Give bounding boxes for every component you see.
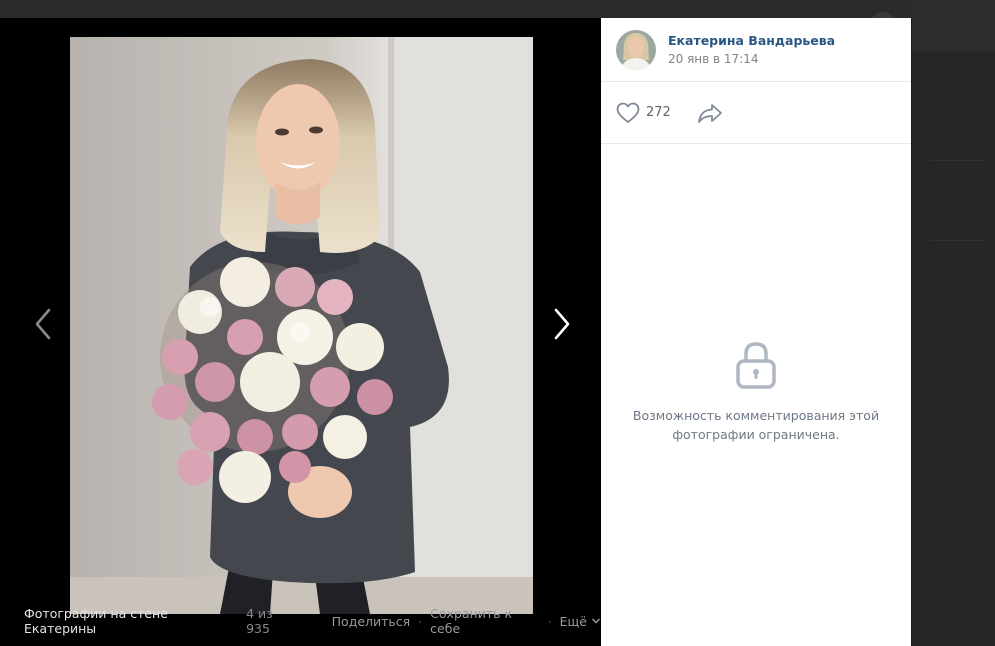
separator-dot: · [418, 613, 423, 629]
save-photo-link[interactable]: Сохранить к себе [430, 606, 539, 636]
photo-counter: 4 из 935 [246, 606, 273, 636]
photo-sidebar: Екатерина Вандарьева 20 янв в 17:14 272 … [601, 18, 911, 646]
photo-bottom-bar: Фотографии на стене Екатерины 4 из 935 П… [0, 596, 601, 646]
comments-closed-text: Возможность комментирования этой фотогра… [601, 406, 911, 444]
lock-icon [736, 342, 776, 389]
chevron-down-icon [591, 618, 601, 624]
background-divider [930, 240, 985, 241]
share-arrow-icon [697, 103, 722, 123]
comments-closed-line: Возможность комментирования этой [632, 408, 880, 423]
comments-closed-line: фотографии ограничена. [672, 427, 840, 442]
like-count: 272 [646, 105, 671, 120]
background-header-strip [0, 0, 995, 18]
heart-icon [616, 102, 640, 123]
author-name-link[interactable]: Екатерина Вандарьева [668, 33, 835, 48]
photo-viewer: Фотографии на стене Екатерины 4 из 935 П… [0, 18, 601, 646]
author-header: Екатерина Вандарьева 20 янв в 17:14 [601, 18, 911, 82]
like-button[interactable]: 272 [616, 102, 671, 124]
album-title-link[interactable]: Фотографии на стене Екатерины [24, 606, 232, 636]
comments-closed-notice: Возможность комментирования этой фотогра… [601, 340, 911, 444]
previous-photo-button[interactable] [28, 304, 58, 344]
background-divider [930, 160, 985, 161]
background-right-header [912, 0, 995, 52]
more-label: Ещё [559, 613, 587, 629]
separator-dot: · [547, 613, 552, 629]
share-photo-link[interactable]: Поделиться [332, 614, 411, 629]
more-menu-button[interactable]: Ещё [560, 614, 601, 629]
share-button[interactable] [697, 102, 723, 124]
post-actions: 272 [601, 82, 911, 144]
avatar[interactable] [616, 29, 656, 70]
next-photo-button[interactable] [547, 304, 577, 344]
chevron-left-icon [35, 308, 51, 340]
chevron-right-icon [554, 308, 570, 340]
photo[interactable] [70, 37, 533, 614]
post-date-link[interactable]: 20 янв в 17:14 [668, 52, 835, 66]
background-right-column [912, 0, 995, 646]
